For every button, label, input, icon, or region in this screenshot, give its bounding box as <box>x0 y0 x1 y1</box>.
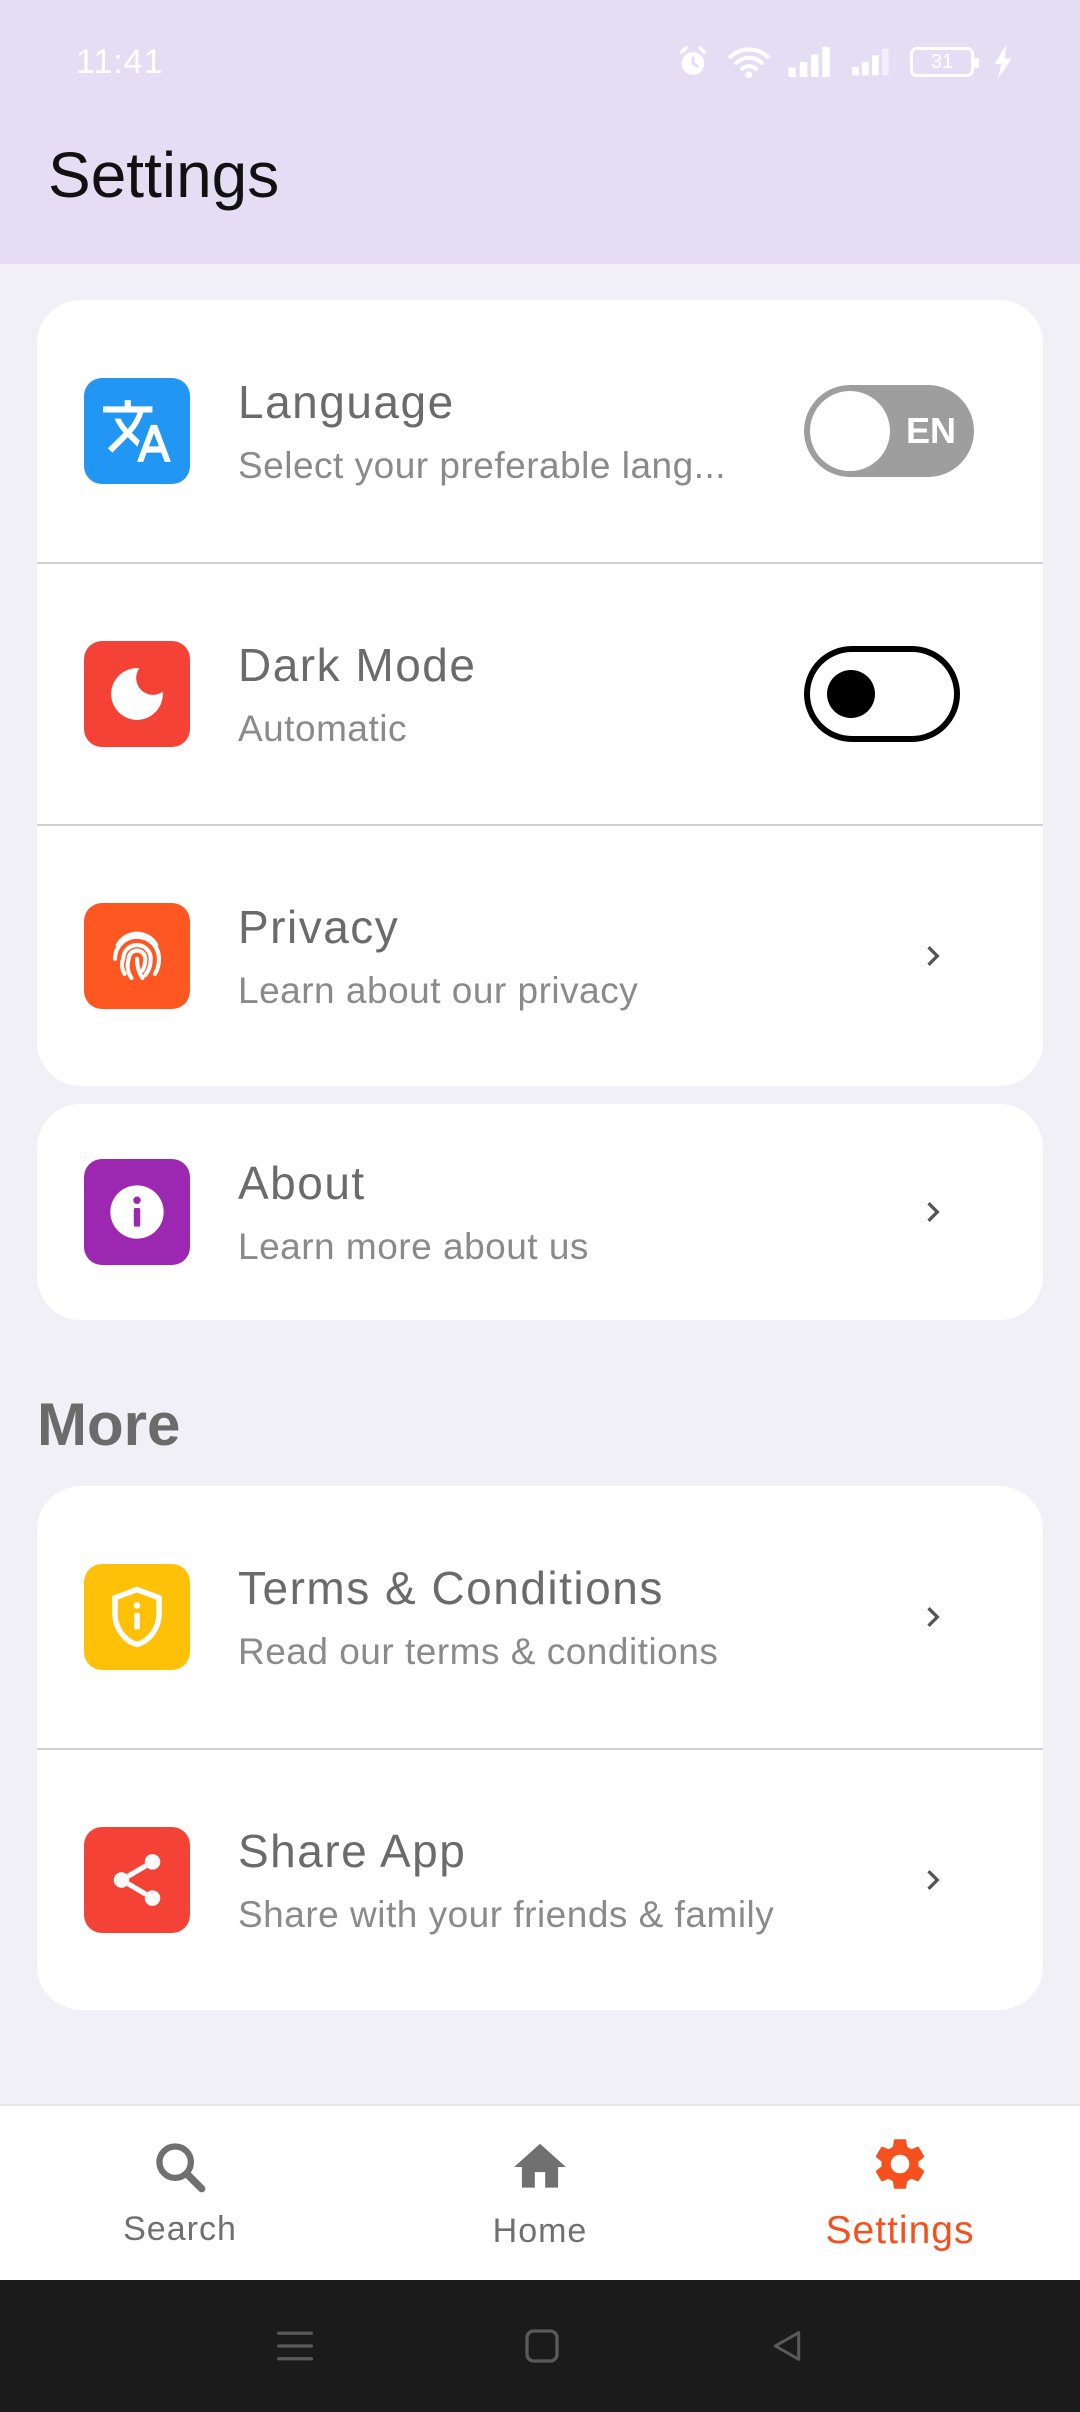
charging-icon <box>994 45 1012 79</box>
chevron-right-icon <box>927 1607 940 1627</box>
gear-icon <box>875 2139 925 2189</box>
language-title: Language <box>238 376 455 428</box>
translate-icon <box>84 378 190 484</box>
language-text: Language Select your preferable lang... <box>238 375 726 487</box>
language-row[interactable]: Language Select your preferable lang... … <box>37 300 1043 562</box>
chevron-right-icon <box>927 1202 940 1222</box>
share-subtitle: Share with your friends & family <box>238 1894 775 1935</box>
share-icon <box>84 1827 190 1933</box>
dark-mode-subtitle: Automatic <box>238 708 408 749</box>
more-heading: More <box>37 1391 181 1458</box>
home-square-icon[interactable] <box>522 2326 562 2366</box>
system-nav-bar <box>0 2280 1080 2412</box>
privacy-subtitle: Learn about our privacy <box>238 970 639 1011</box>
about-card: About Learn more about us <box>37 1104 1043 1320</box>
bottom-navigation: Search Home Settings <box>0 2104 1080 2280</box>
moon-icon <box>84 641 190 747</box>
terms-subtitle: Read our terms & conditions <box>238 1631 719 1672</box>
share-text: Share App Share with your friends & fami… <box>238 1824 774 1936</box>
terms-title: Terms & Conditions <box>238 1562 664 1614</box>
status-time: 11:41 <box>76 42 164 81</box>
shield-icon <box>84 1564 190 1670</box>
wifi-icon <box>728 47 770 79</box>
page-title: Settings <box>48 139 280 211</box>
battery-icon: 31 <box>910 47 979 77</box>
chevron-right-icon <box>927 1870 940 1890</box>
app-bar: 11:41 31 Settings <box>0 0 1080 264</box>
chevron-right-icon <box>927 946 940 966</box>
nav-item-settings[interactable]: Settings <box>720 2106 1080 2280</box>
back-triangle-icon[interactable] <box>767 2326 807 2366</box>
dark-mode-row[interactable]: Dark Mode Automatic <box>37 562 1043 824</box>
nav-label-search: Search <box>123 2209 237 2248</box>
settings-card: Language Select your preferable lang... … <box>37 300 1043 1086</box>
about-subtitle: Learn more about us <box>238 1226 589 1267</box>
nav-label-home: Home <box>492 2211 588 2250</box>
share-row[interactable]: Share App Share with your friends & fami… <box>37 1748 1043 2010</box>
status-bar: 11:41 31 <box>0 0 1080 124</box>
language-subtitle: Select your preferable lang... <box>238 445 727 486</box>
privacy-text: Privacy Learn about our privacy <box>238 900 638 1012</box>
terms-row[interactable]: Terms & Conditions Read our terms & cond… <box>37 1486 1043 1748</box>
language-switch[interactable]: EN <box>804 385 974 477</box>
dark-mode-switch-knob <box>827 670 875 718</box>
nav-item-search[interactable]: Search <box>0 2106 360 2280</box>
privacy-row[interactable]: Privacy Learn about our privacy <box>37 824 1043 1086</box>
dark-mode-title: Dark Mode <box>238 639 477 691</box>
home-icon <box>514 2143 566 2188</box>
signal-icon <box>852 48 889 76</box>
status-icons: 31 <box>676 45 1014 79</box>
nav-label-settings: Settings <box>825 2209 975 2252</box>
about-title: About <box>238 1157 366 1209</box>
menu-icon[interactable] <box>273 2326 317 2366</box>
language-switch-knob <box>810 391 890 471</box>
search-icon <box>156 2142 206 2192</box>
nav-item-home[interactable]: Home <box>360 2106 720 2280</box>
about-text: About Learn more about us <box>238 1156 589 1268</box>
dark-mode-text: Dark Mode Automatic <box>238 638 476 750</box>
signal-icon <box>788 47 830 77</box>
battery-level: 31 <box>930 50 954 73</box>
terms-text: Terms & Conditions Read our terms & cond… <box>238 1561 718 1673</box>
share-title: Share App <box>238 1825 467 1877</box>
dark-mode-switch[interactable] <box>804 646 960 742</box>
language-code: EN <box>905 410 956 451</box>
more-card: Terms & Conditions Read our terms & cond… <box>37 1486 1043 2010</box>
privacy-title: Privacy <box>238 901 400 953</box>
fingerprint-icon <box>84 903 190 1009</box>
info-icon <box>84 1159 190 1265</box>
about-row[interactable]: About Learn more about us <box>37 1104 1043 1320</box>
alarm-icon <box>679 46 707 75</box>
